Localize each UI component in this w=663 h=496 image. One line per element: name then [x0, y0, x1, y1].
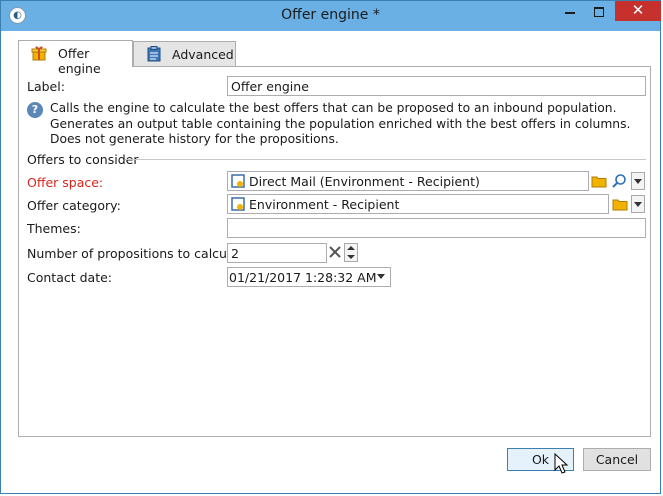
link-icon — [231, 197, 245, 211]
folder-icon[interactable] — [612, 196, 628, 212]
offer-space-caption: Offer space: — [27, 175, 104, 190]
label-caption: Label: — [27, 79, 65, 94]
stepper-up-icon[interactable] — [347, 246, 355, 250]
tab-label: Advanced — [172, 47, 234, 62]
contact-date-caption: Contact date: — [27, 270, 113, 285]
contact-date-value: 01/21/2017 1:28:32 AM — [229, 270, 377, 285]
link-icon — [231, 174, 245, 188]
search-icon[interactable] — [611, 173, 627, 189]
themes-caption: Themes: — [27, 221, 81, 236]
minimize-button[interactable] — [556, 1, 584, 21]
mouse-pointer-icon — [554, 453, 569, 474]
tab-advanced[interactable]: Advanced — [133, 41, 236, 67]
description-text: Calls the engine to calculate the best o… — [50, 101, 631, 146]
propositions-value: 2 — [231, 246, 239, 261]
offer-category-value: Environment - Recipient — [249, 197, 400, 212]
themes-input[interactable] — [227, 218, 646, 238]
maximize-button[interactable] — [585, 1, 613, 21]
info-icon: ? — [27, 102, 43, 118]
tab-offer-engine[interactable]: Offer engine — [18, 40, 133, 76]
offer-category-caption: Offer category: — [27, 198, 121, 213]
offer-space-value: Direct Mail (Environment - Recipient) — [249, 174, 480, 189]
contact-date-field[interactable]: 01/21/2017 1:28:32 AM — [227, 267, 391, 287]
clipboard-icon — [147, 46, 161, 62]
offer-engine-dialog: ◐ Offer engine * ✕ Offer engine Advanced… — [0, 0, 661, 494]
propositions-stepper[interactable] — [344, 243, 358, 262]
cancel-button[interactable]: Cancel — [583, 448, 651, 471]
section-divider — [125, 159, 646, 160]
folder-icon[interactable] — [591, 173, 607, 189]
contact-date-dropdown-button[interactable] — [375, 268, 389, 286]
clear-icon[interactable] — [328, 244, 342, 260]
gift-icon — [31, 46, 47, 61]
tab-label: Offer engine — [58, 46, 101, 76]
propositions-caption: Number of propositions to calculate: — [27, 246, 255, 261]
section-title: Offers to consider — [27, 152, 139, 167]
label-input[interactable]: Offer engine — [227, 76, 646, 96]
offer-category-dropdown-button[interactable] — [631, 195, 645, 213]
label-input-value: Offer engine — [231, 79, 309, 94]
title-bar[interactable]: ◐ Offer engine * ✕ — [1, 1, 661, 31]
close-button[interactable]: ✕ — [615, 1, 661, 21]
stepper-down-icon[interactable] — [347, 255, 355, 259]
offer-space-dropdown-button[interactable] — [631, 172, 645, 190]
propositions-input[interactable]: 2 — [227, 243, 327, 263]
offer-category-field[interactable]: Environment - Recipient — [227, 194, 609, 214]
offer-space-field[interactable]: Direct Mail (Environment - Recipient) — [227, 171, 589, 191]
